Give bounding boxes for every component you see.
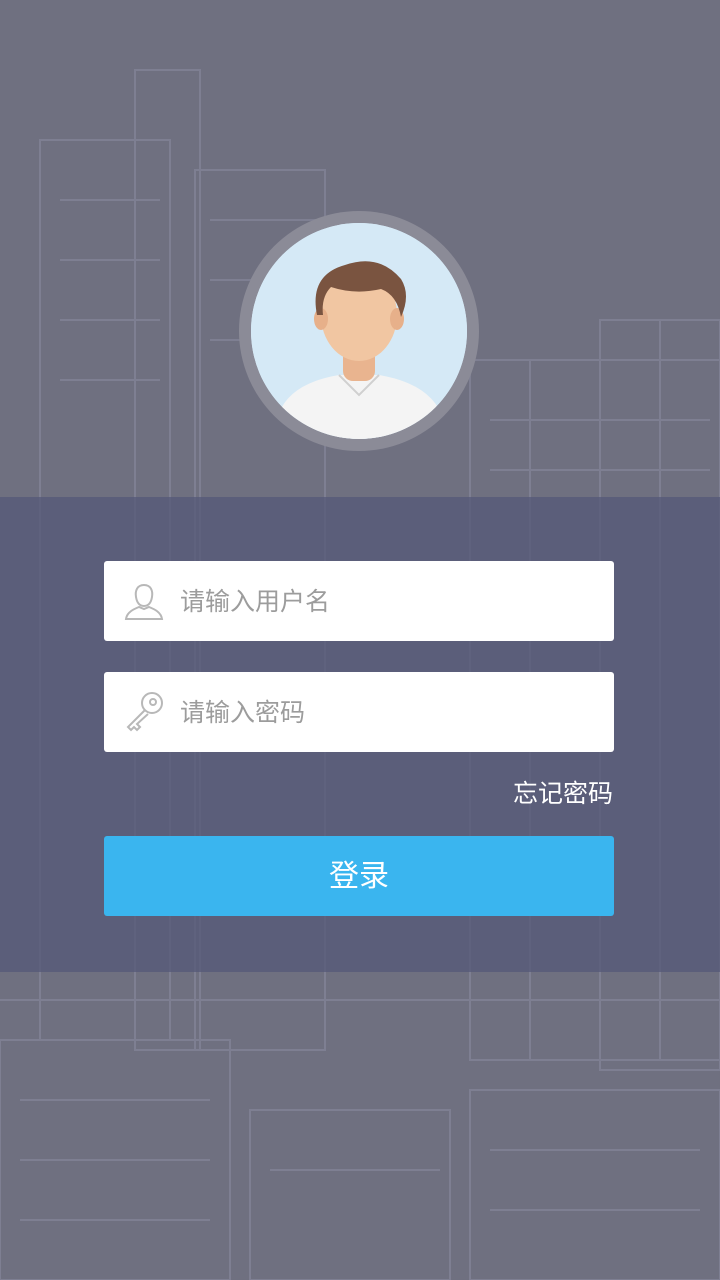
login-button[interactable]: 登录 (104, 836, 614, 916)
username-input[interactable] (180, 561, 600, 641)
user-icon (124, 583, 164, 620)
forgot-password-link[interactable]: 忘记密码 (513, 774, 613, 814)
avatar-frame (239, 211, 479, 451)
login-screen: 忘记密码 登录 (0, 0, 720, 1280)
password-field[interactable] (104, 672, 614, 752)
username-field[interactable] (104, 561, 614, 641)
key-icon (126, 692, 163, 732)
avatar-icon (251, 223, 467, 439)
password-input[interactable] (180, 672, 600, 752)
